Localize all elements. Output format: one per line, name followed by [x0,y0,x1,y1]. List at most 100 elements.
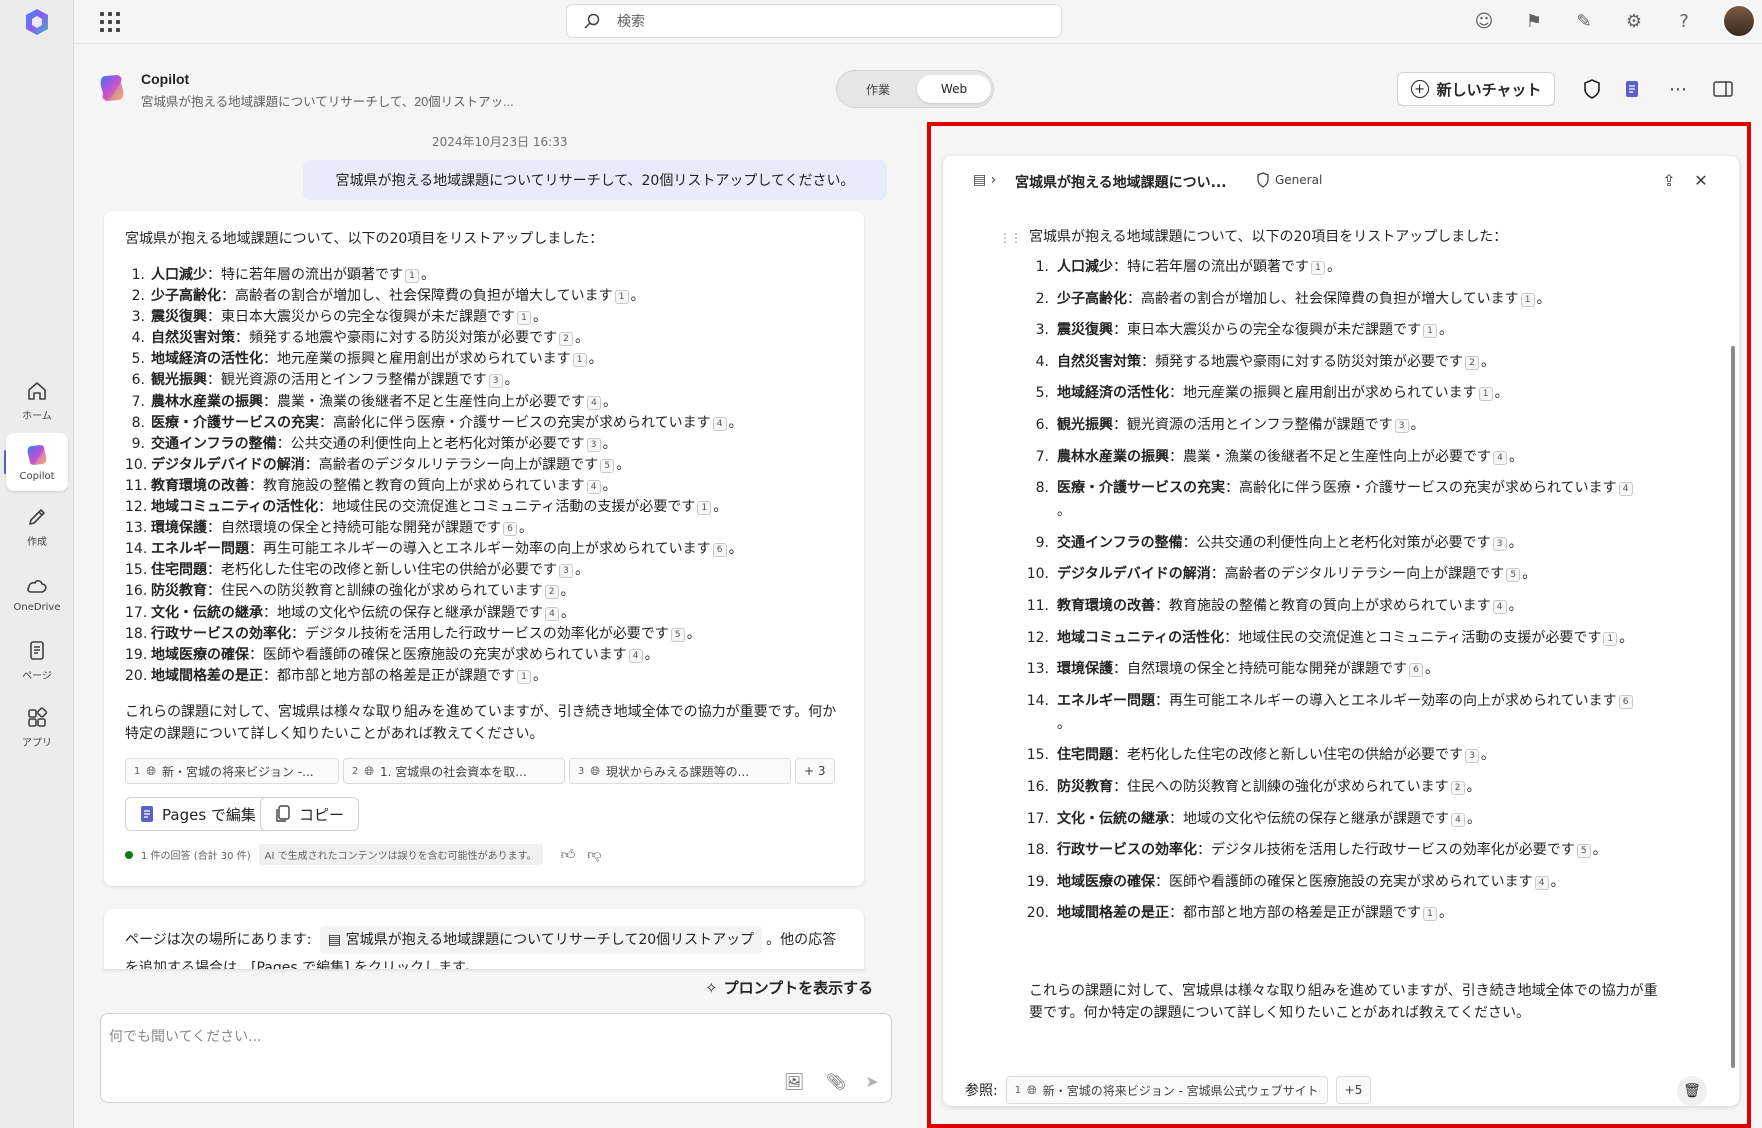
citation-badge[interactable]: 2 [1465,355,1479,370]
citation-badge[interactable]: 3 [1394,418,1409,433]
rail-item-create[interactable]: 作成 [6,497,68,555]
sensitivity-label[interactable]: General [1256,172,1322,188]
copilot-icon [27,445,47,465]
more-options-icon[interactable]: ⋯ [1665,76,1691,102]
citation-badge[interactable]: 1 [1311,261,1325,275]
issue-term: 教育環境の改善 [151,477,249,494]
citation-badge[interactable]: 6 [1409,663,1423,678]
send-icon[interactable]: ➤ [861,1070,883,1092]
citation-badge[interactable]: 5 [670,627,685,642]
citation-badge[interactable]: 4 [1492,599,1507,614]
rail-item-home[interactable]: ホーム [6,371,68,429]
tasks-icon[interactable]: ✎ [1572,9,1596,33]
list-number: 5. [131,351,145,368]
thumbs-up-icon[interactable]: 👍︎ [561,846,576,863]
close-icon[interactable]: ✕ [1689,168,1713,192]
flag-icon[interactable]: ⚑ [1522,9,1546,33]
edit-in-pages-button[interactable]: Pages で編集 [125,797,271,831]
citation-badge[interactable]: 1 [697,501,712,516]
help-icon[interactable]: ? [1672,9,1696,33]
citation-badge[interactable]: 4 [628,648,643,663]
sentence-end: 。 [603,393,617,410]
panel-title[interactable]: 宮城県が抱える地域課題につい... [1015,172,1227,192]
settings-gear-icon[interactable]: ⚙ [1622,9,1646,33]
rail-item-apps[interactable]: アプリ [6,698,68,756]
citation-badge[interactable]: 1 [1478,387,1493,402]
left-rail: ホーム Copilot 作成 OneDrive ページ アプリ [0,0,74,1128]
more-references-chip[interactable]: + 3 [795,758,835,784]
sentence-end: 。 [1619,629,1634,646]
more-references-chip[interactable]: +5 [1335,1076,1372,1104]
citation-badge[interactable]: 1 [1520,292,1535,307]
breadcrumb-doc-icon[interactable]: ▤ › [973,172,996,188]
issue-term: 震災復興 [1057,322,1113,339]
show-prompts-button[interactable]: ✧ プロンプトを表示する [705,977,873,998]
shield-icon[interactable] [1579,76,1605,102]
citation-badge[interactable]: 4 [1493,450,1507,465]
reference-label: 現状からみえる課題等の... [605,764,750,779]
sentence-end: 。 [1481,353,1495,370]
citation-badge[interactable]: 1 [1423,907,1437,922]
reference-chip[interactable]: 2 🌐︎ 1. 宮城県の社会資本を取... [343,758,565,784]
pages-icon[interactable] [1619,76,1645,102]
citation-badge[interactable]: 1 [572,353,587,368]
chat-input[interactable] [109,1026,809,1056]
citation-badge[interactable]: 4 [1451,812,1465,827]
citation-badge[interactable]: 1 [1603,631,1618,646]
citation-badge[interactable]: 4 [586,479,601,494]
pages-side-panel: ▤ › 宮城県が抱える地域課題につい... General ⇪ ✕ ⋮⋮ 宮城県… [943,156,1739,1106]
copy-button[interactable]: コピー [260,797,360,831]
search-box[interactable]: 検索 [566,4,1062,38]
share-icon[interactable]: ⇪ [1657,168,1681,192]
citation-badge[interactable]: 6 [503,522,517,537]
sidebar-toggle-icon[interactable] [1710,76,1736,102]
citation-badge[interactable]: 4 [712,416,727,431]
citation-badge[interactable]: 1 [517,311,531,326]
list-item: 7. 農林水産業の振興：農業・漁業の後継者不足と生産性向上が必要です 4。 [125,392,743,413]
avatar[interactable] [1722,4,1756,38]
list-item: 5. 地域経済の活性化：地元産業の振興と雇用創出が求められています 1。 [1023,382,1643,405]
rail-item-onedrive[interactable]: OneDrive [6,564,68,622]
citation-badge[interactable]: 3 [1465,749,1479,764]
citation-badge[interactable]: 3 [586,437,601,452]
citation-badge[interactable]: 5 [1506,568,1521,583]
feedback-smiley-icon[interactable]: ☺ [1472,9,1496,33]
m365-logo-icon[interactable] [22,7,52,37]
page-link-chip[interactable]: ▤ 宮城県が抱える地域課題についてリサーチして20個リストアップ [319,926,763,954]
citation-badge[interactable]: 1 [405,269,419,283]
image-add-icon[interactable]: 🖼︎ [783,1070,805,1092]
scrollbar[interactable] [1731,346,1735,1068]
citation-badge[interactable]: 6 [712,543,727,558]
new-chat-button[interactable]: + 新しいチャット [1397,72,1555,106]
rail-item-pages[interactable]: ページ [6,631,68,689]
toggle-work[interactable]: 作業 [841,75,915,103]
citation-badge[interactable]: 6 [1618,694,1633,709]
citation-badge[interactable]: 4 [545,606,559,621]
app-launcher-icon[interactable] [98,10,122,34]
reference-chip[interactable]: 3 🌐︎ 現状からみえる課題等の... [569,758,791,784]
reference-chip[interactable]: 1 🌐︎ 新・宮城の将来ビジョン -... [125,758,339,784]
citation-badge[interactable]: 3 [559,564,573,579]
citation-badge[interactable]: 1 [517,669,531,684]
citation-badge[interactable]: 5 [1576,844,1591,859]
reference-chip[interactable]: 1 🌐︎ 新・宮城の将来ビジョン - 宮城県公式ウェブサイト [1005,1076,1328,1104]
citation-badge[interactable]: 4 [1534,875,1549,890]
citation-badge[interactable]: 1 [614,290,629,305]
toggle-web[interactable]: Web [917,75,991,103]
citation-badge[interactable]: 4 [1618,482,1633,497]
citation-badge[interactable]: 2 [1450,780,1465,795]
attach-paperclip-icon[interactable]: 📎︎ [825,1070,847,1092]
citation-badge[interactable]: 3 [1492,536,1507,551]
citation-badge[interactable]: 2 [559,332,573,347]
new-chat-icon: + [1410,80,1429,98]
citation-badge[interactable]: 5 [600,458,615,473]
delete-trash-icon[interactable]: 🗑︎ [1677,1076,1707,1106]
citation-badge[interactable]: 3 [488,374,503,389]
citation-badge[interactable]: 4 [587,395,601,410]
issue-term: 少子高齢化 [151,288,221,305]
thumbs-down-icon[interactable]: 👎︎ [587,846,601,863]
rail-item-copilot[interactable]: Copilot [6,433,68,491]
citation-badge[interactable]: 1 [1423,324,1437,339]
citation-badge[interactable]: 2 [544,585,559,600]
drag-handle-icon[interactable]: ⋮⋮ [999,231,1022,245]
